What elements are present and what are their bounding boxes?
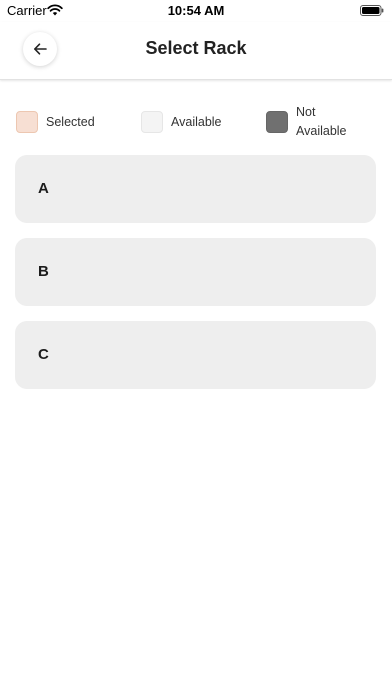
legend-item-available: Available	[141, 104, 222, 140]
rack-card-a[interactable]: A	[15, 155, 376, 223]
rack-label: A	[38, 180, 49, 197]
page-title: Select Rack	[145, 38, 247, 58]
battery-icon	[360, 5, 384, 16]
legend-label-selected: Selected	[46, 114, 95, 129]
rack-card-c[interactable]: C	[15, 321, 376, 389]
rack-card-b[interactable]: B	[15, 238, 376, 306]
rack-status-legend: Selected Available Not Available	[0, 104, 392, 140]
rack-label: C	[38, 346, 49, 363]
legend-label-available: Available	[171, 114, 222, 129]
status-time: 10:54 AM	[167, 3, 225, 18]
rack-label: B	[38, 263, 49, 280]
legend-item-not-available: Not Available	[266, 104, 356, 140]
rack-list: A B C	[15, 155, 376, 404]
app-header: Select Rack	[0, 22, 392, 80]
legend-item-selected: Selected	[16, 104, 95, 140]
available-swatch	[141, 111, 163, 133]
not-available-swatch	[266, 111, 288, 133]
legend-label-not-available: Not Available	[296, 105, 347, 138]
status-bar: Carrier 10:54 AM	[0, 0, 392, 22]
selected-swatch	[16, 111, 38, 133]
